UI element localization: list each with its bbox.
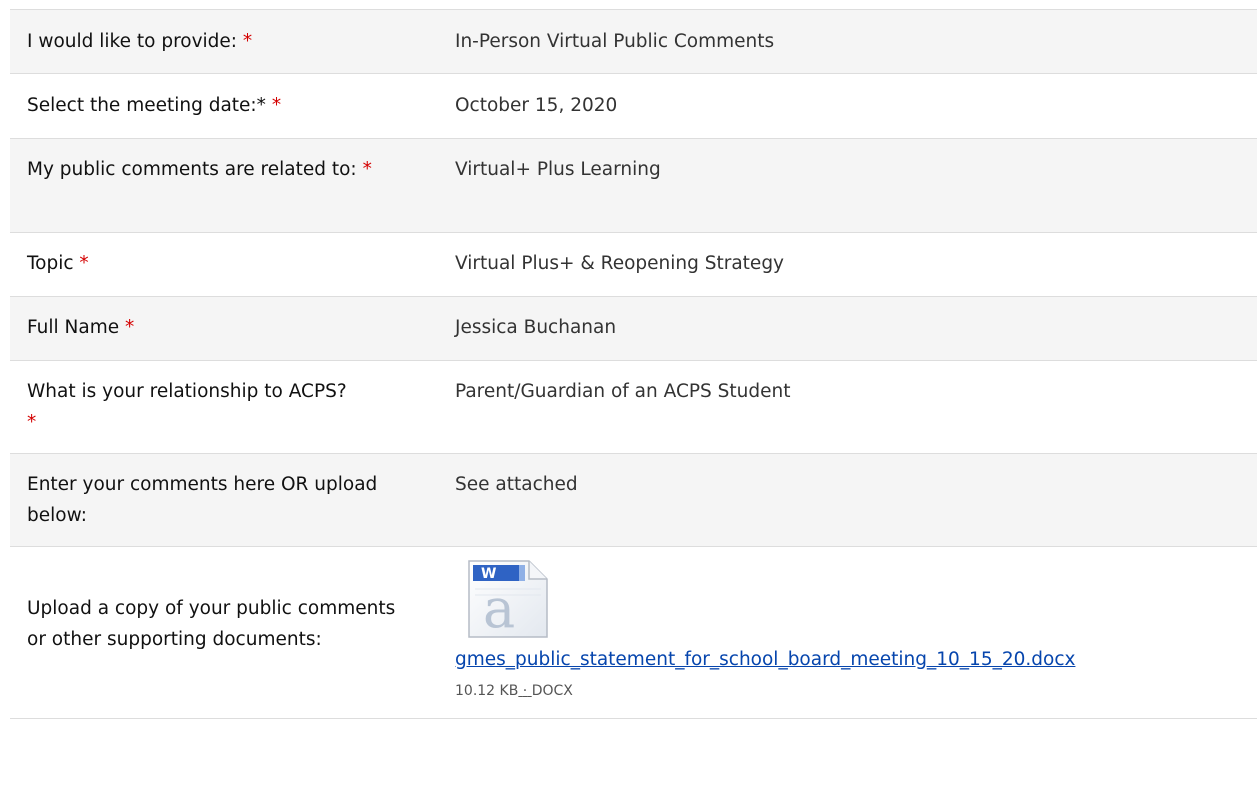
file-download-link[interactable]: gmes_public_statement_for_school_board_m… xyxy=(455,648,1075,672)
required-asterisk: * xyxy=(362,159,372,180)
submission-details-table: I would like to provide: * In-Person Vir… xyxy=(10,9,1257,719)
field-value: October 15, 2020 xyxy=(455,95,618,116)
field-label: What is your relationship to ACPS? * xyxy=(27,381,347,433)
field-label: My public comments are related to: * xyxy=(27,159,372,180)
field-row-relationship: What is your relationship to ACPS? * Pare… xyxy=(10,361,1257,454)
file-type: DOCX xyxy=(531,683,573,699)
word-document-icon[interactable]: W a xyxy=(467,559,550,639)
field-row-comments: Enter your comments here OR upload below… xyxy=(10,454,1257,547)
field-value: Parent/Guardian of an ACPS Student xyxy=(455,381,791,402)
field-row-full-name: Full Name * Jessica Buchanan xyxy=(10,297,1257,361)
field-value: See attached xyxy=(455,474,578,495)
field-row-topic: Topic * Virtual Plus+ & Reopening Strate… xyxy=(10,233,1257,297)
field-row-meeting-date: Select the meeting date:* * October 15, … xyxy=(10,74,1257,139)
field-label: Select the meeting date:* * xyxy=(27,95,282,116)
field-label: Upload a copy of your public comments or… xyxy=(27,598,396,650)
required-asterisk: * xyxy=(27,412,37,433)
required-asterisk: * xyxy=(124,317,135,338)
file-size: 10.12 KB xyxy=(455,683,519,699)
field-value: Virtual+ Plus Learning xyxy=(455,159,661,180)
field-label: Full Name * xyxy=(27,317,135,338)
required-asterisk: * xyxy=(79,253,89,274)
field-label: Enter your comments here OR upload below… xyxy=(27,474,378,526)
svg-text:a: a xyxy=(483,577,515,639)
file-meta: 10.12 KB · DOCX xyxy=(455,681,573,701)
field-label: Topic * xyxy=(27,253,89,274)
field-label: I would like to provide: * xyxy=(27,31,253,52)
field-value: Virtual Plus+ & Reopening Strategy xyxy=(455,253,785,274)
field-value: In-Person Virtual Public Comments xyxy=(455,31,775,52)
required-asterisk: * xyxy=(242,31,253,52)
field-value: Jessica Buchanan xyxy=(455,317,617,338)
field-row-upload: Upload a copy of your public comments or… xyxy=(10,547,1257,719)
field-row-related-to: My public comments are related to: * Vir… xyxy=(10,139,1257,233)
meta-separator: · xyxy=(522,683,528,699)
field-row-provide: I would like to provide: * In-Person Vir… xyxy=(10,10,1257,74)
required-asterisk: * xyxy=(271,95,282,116)
